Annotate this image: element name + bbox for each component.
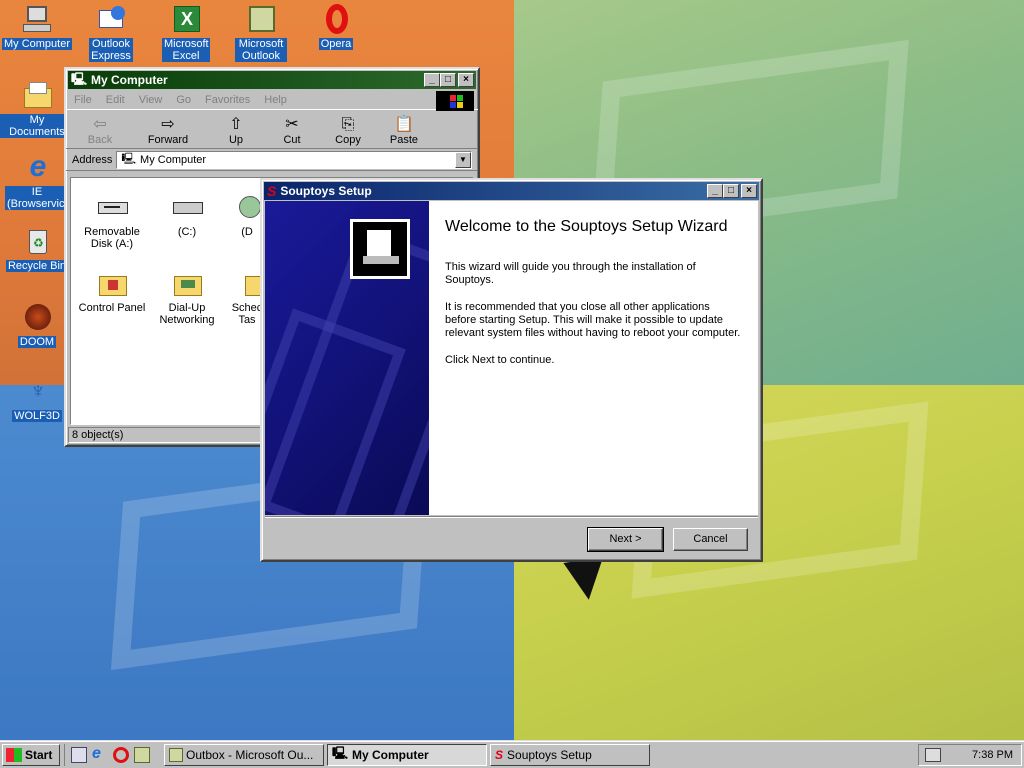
task-outbox[interactable]: Outbox - Microsoft Ou... (164, 743, 324, 766)
cancel-button[interactable]: Cancel (673, 528, 748, 551)
up-button[interactable]: ⇧ Up (208, 116, 264, 146)
divider (265, 516, 758, 518)
taskbar: Start e Outbox - Microsoft Ou... 🖳 My Co… (0, 740, 1024, 768)
desktop-icon-my-documents[interactable]: My Documents (0, 80, 74, 138)
my-computer-icon: 🖳 (121, 153, 137, 165)
back-button[interactable]: ⇦ Back (72, 116, 128, 146)
windows-logo-icon (6, 747, 22, 762)
wizard-content: Welcome to the Souptoys Setup Wizard Thi… (429, 201, 758, 515)
internet-explorer-icon[interactable]: e (92, 745, 108, 763)
up-folder-icon: ⇧ (229, 116, 243, 133)
scheduler-icon[interactable] (925, 748, 941, 762)
outlook-icon[interactable] (134, 746, 150, 763)
maximize-button[interactable]: □ (723, 184, 739, 198)
doom-icon (21, 302, 53, 334)
paste-button[interactable]: 📋 Paste (376, 116, 432, 146)
menu-view[interactable]: View (139, 94, 163, 106)
internet-explorer-icon: e (29, 150, 47, 183)
minimize-button[interactable]: _ (424, 73, 440, 87)
show-desktop-icon[interactable] (71, 746, 87, 763)
address-input[interactable]: 🖳 My Computer ▼ (116, 150, 472, 169)
opera-icon (320, 4, 352, 36)
desktop-icon-doom[interactable]: DOOM (0, 302, 74, 348)
folder-icon (21, 80, 53, 112)
menu-bar: File Edit View Go Favorites Help (66, 91, 478, 109)
excel-icon: X (170, 4, 202, 36)
wizard-continue-text: Click Next to continue. (445, 354, 555, 366)
wallpaper-dark-shape (563, 557, 609, 603)
menu-favorites[interactable]: Favorites (205, 94, 250, 106)
desktop-icon-outlook-express[interactable]: Outlook Express (74, 4, 148, 62)
window-title: My Computer (91, 73, 168, 87)
minimize-button[interactable]: _ (707, 184, 723, 198)
dialup-icon (171, 268, 203, 300)
wolf3d-icon: ♆ (29, 378, 47, 403)
control-panel-icon (96, 268, 128, 300)
setup-titlebar[interactable]: S Souptoys Setup _ □ × (264, 182, 759, 200)
standard-toolbar: ⇦ Back ⇨ Forward ⇧ Up ✂ Cut ⎘ Copy 📋 Paste (66, 109, 478, 149)
desktop-icon-excel[interactable]: X Microsoft Excel (149, 4, 223, 62)
hard-drive-icon (171, 192, 203, 224)
quick-launch: e (64, 743, 161, 766)
outlook-express-icon (95, 4, 127, 36)
address-bar: Address 🖳 My Computer ▼ (66, 149, 478, 171)
wizard-banner-image (265, 201, 429, 515)
chevron-down-icon[interactable]: ▼ (455, 151, 471, 168)
maximize-button[interactable]: □ (440, 73, 456, 87)
control-panel-item[interactable]: Control Panel (75, 268, 149, 314)
drive-c-item[interactable]: (C:) (150, 192, 224, 238)
copy-icon: ⎘ (341, 116, 355, 133)
souptoys-logo-icon: S (267, 183, 277, 199)
close-button[interactable]: × (741, 184, 757, 198)
souptoys-setup-window[interactable]: S Souptoys Setup _ □ × Welcome to the So… (260, 178, 763, 562)
drive-a-item[interactable]: Removable Disk (A:) (75, 192, 149, 250)
desktop-icon-recycle-bin[interactable]: ♻ Recycle Bin (0, 226, 74, 272)
desktop-icon-wolf3d[interactable]: ♆ WOLF3D (0, 376, 74, 422)
window-title: Souptoys Setup (280, 184, 372, 198)
scheduled-tasks-icon (231, 268, 269, 300)
my-computer-titlebar[interactable]: 🖳 My Computer _ □ × (68, 71, 476, 89)
forward-arrow-icon: ⇨ (161, 116, 175, 133)
menu-go[interactable]: Go (176, 94, 191, 106)
back-arrow-icon: ⇦ (93, 116, 107, 133)
dialup-networking-item[interactable]: Dial-Up Networking (150, 268, 224, 326)
recycle-bin-icon: ♻ (21, 226, 53, 258)
scissors-icon: ✂ (285, 116, 299, 133)
my-computer-icon: 🖳 (71, 71, 88, 86)
task-my-computer[interactable]: 🖳 My Computer (327, 743, 487, 766)
menu-file[interactable]: File (74, 94, 92, 106)
menu-edit[interactable]: Edit (106, 94, 125, 106)
task-souptoys-setup[interactable]: S Souptoys Setup (490, 743, 650, 766)
paste-icon: 📋 (394, 116, 414, 133)
wizard-heading: Welcome to the Souptoys Setup Wizard (445, 218, 728, 235)
cd-drive-icon (231, 192, 263, 224)
desktop-icon-my-computer[interactable]: My Computer (0, 4, 74, 50)
outlook-icon (169, 747, 183, 762)
clock[interactable]: 7:38 PM (972, 749, 1013, 761)
desktop-icon-ie[interactable]: e IE (Browservice) (0, 152, 74, 210)
close-button[interactable]: × (458, 73, 474, 87)
desktop-icon-outlook[interactable]: Microsoft Outlook (224, 4, 298, 62)
my-computer-icon: 🖳 (332, 746, 349, 760)
menu-help[interactable]: Help (264, 94, 287, 106)
opera-icon[interactable] (113, 746, 129, 763)
cut-button[interactable]: ✂ Cut (264, 116, 320, 146)
installer-icon (350, 219, 410, 279)
my-computer-icon (21, 4, 53, 36)
desktop-icon-opera[interactable]: Opera (299, 4, 373, 50)
start-button[interactable]: Start (2, 743, 60, 766)
address-label: Address (72, 153, 113, 166)
next-button[interactable]: Next > (587, 527, 664, 552)
souptoys-logo-icon: S (495, 747, 504, 762)
forward-button[interactable]: ⇨ Forward (128, 116, 208, 146)
windows-logo-icon (436, 91, 474, 111)
outlook-icon (245, 4, 277, 36)
system-tray: 7:38 PM (918, 744, 1022, 766)
copy-button[interactable]: ⎘ Copy (320, 116, 376, 146)
floppy-drive-icon (96, 192, 128, 224)
wizard-intro-text: This wizard will guide you through the i… (445, 261, 696, 286)
wizard-recommendation-text: It is recommended that you close all oth… (445, 301, 741, 339)
